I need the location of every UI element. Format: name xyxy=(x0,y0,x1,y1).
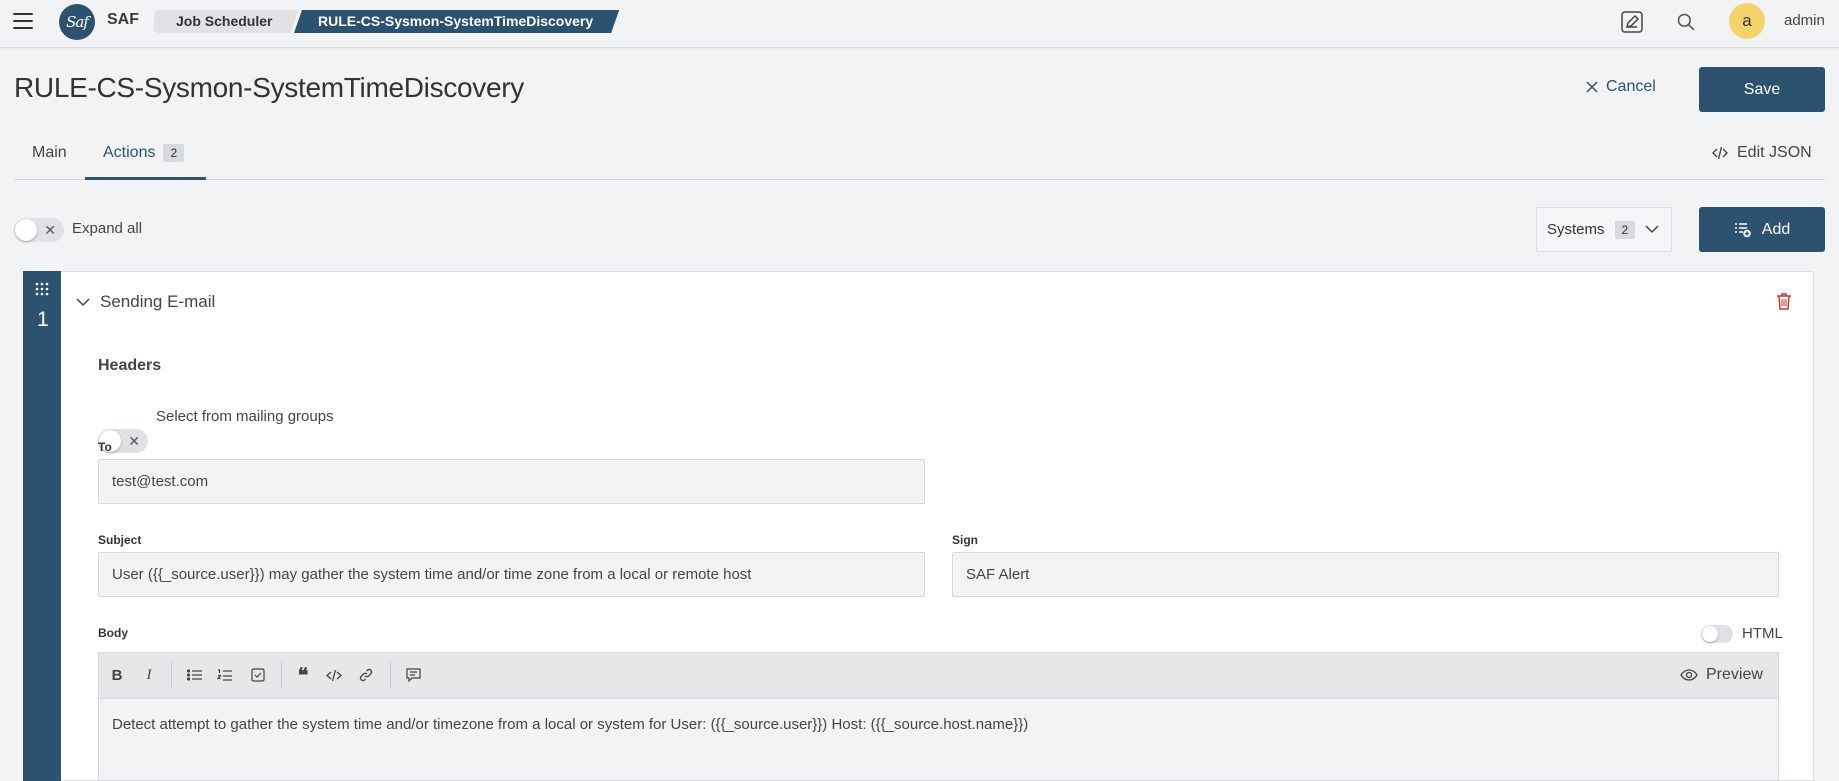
tab-actions-label: Actions xyxy=(103,144,156,161)
action-number: 1 xyxy=(37,308,49,331)
tab-actions[interactable]: Actions 2 xyxy=(103,144,185,162)
add-list-icon xyxy=(1734,222,1751,237)
preview-button[interactable]: Preview xyxy=(1680,666,1763,684)
to-field[interactable]: test@test.com xyxy=(98,459,925,504)
drag-handle-icon[interactable] xyxy=(35,282,49,296)
edit-json-button[interactable]: Edit JSON xyxy=(1712,144,1812,162)
preview-label: Preview xyxy=(1706,666,1763,683)
toggle-knob xyxy=(15,219,37,241)
expand-all-label: Expand all xyxy=(72,220,143,237)
headers-section-title: Headers xyxy=(98,357,162,374)
link-icon[interactable] xyxy=(355,664,377,686)
toolbar-divider xyxy=(390,662,391,688)
toggle-knob xyxy=(1702,626,1718,642)
code-icon[interactable] xyxy=(323,664,345,686)
code-icon xyxy=(1712,146,1728,160)
subject-label: Subject xyxy=(98,533,142,547)
close-icon xyxy=(1586,81,1598,93)
checklist-icon[interactable] xyxy=(247,664,269,686)
action-title: Sending E-mail xyxy=(100,292,216,311)
bullet-list-icon[interactable] xyxy=(184,664,206,686)
html-label: HTML xyxy=(1742,625,1783,642)
systems-dropdown[interactable]: Systems 2 xyxy=(1536,207,1672,252)
mailing-groups-label: Select from mailing groups xyxy=(156,408,334,425)
chevron-down-icon xyxy=(76,297,90,306)
toggle-off-icon: ✕ xyxy=(128,433,140,449)
active-tab-indicator xyxy=(85,177,206,180)
editor-toolbar xyxy=(98,652,1779,699)
save-button[interactable]: Save xyxy=(1699,67,1825,112)
app-logo[interactable]: Saf xyxy=(59,4,95,40)
bold-icon[interactable]: B xyxy=(106,664,128,686)
italic-icon[interactable]: I xyxy=(138,664,160,686)
breadcrumb-job-scheduler[interactable]: Job Scheduler xyxy=(154,10,298,33)
breadcrumb-current-rule[interactable]: RULE-CS-Sysmon-SystemTimeDiscovery xyxy=(294,10,619,33)
cancel-label: Cancel xyxy=(1606,78,1656,95)
app-name: SAF xyxy=(107,11,139,28)
tab-actions-count-badge: 2 xyxy=(163,144,185,162)
avatar[interactable]: a xyxy=(1729,3,1765,39)
toolbar-divider xyxy=(171,662,172,688)
tab-main[interactable]: Main xyxy=(32,144,67,162)
html-toggle[interactable] xyxy=(1701,625,1733,643)
logo-text: Saf xyxy=(66,13,89,31)
expand-all-toggle[interactable]: ✕ xyxy=(14,218,64,242)
to-label: To xyxy=(98,440,112,454)
search-icon[interactable] xyxy=(1673,9,1699,35)
tabs-divider xyxy=(14,179,1825,180)
eye-icon xyxy=(1680,669,1698,681)
delete-action-icon[interactable] xyxy=(1776,292,1792,315)
cancel-button[interactable]: Cancel xyxy=(1586,78,1656,96)
systems-count-badge: 2 xyxy=(1614,220,1636,239)
body-editor[interactable]: Detect attempt to gather the system time… xyxy=(98,698,1779,781)
add-action-button[interactable]: Add xyxy=(1699,207,1825,252)
chevron-down-icon xyxy=(1645,225,1659,234)
edit-note-icon[interactable] xyxy=(1619,9,1645,35)
action-header-toggle[interactable]: Sending E-mail xyxy=(76,292,215,312)
sign-label: Sign xyxy=(952,533,978,547)
comment-icon[interactable] xyxy=(402,664,424,686)
page-title: RULE-CS-Sysmon-SystemTimeDiscovery xyxy=(14,72,524,103)
systems-label: Systems xyxy=(1547,221,1605,238)
add-label: Add xyxy=(1761,220,1791,238)
body-label: Body xyxy=(98,626,128,640)
menu-icon[interactable] xyxy=(13,13,33,29)
numbered-list-icon[interactable] xyxy=(214,664,236,686)
sign-field[interactable]: SAF Alert xyxy=(952,552,1779,597)
toggle-off-icon: ✕ xyxy=(44,222,56,238)
subject-field[interactable]: User ({{_source.user}}) may gather the s… xyxy=(98,552,925,597)
edit-json-label: Edit JSON xyxy=(1737,144,1812,161)
quote-icon[interactable]: ❝ xyxy=(292,663,314,687)
action-card-sidebar xyxy=(23,271,61,781)
tab-main-label: Main xyxy=(32,144,67,161)
username[interactable]: admin xyxy=(1784,12,1825,29)
toolbar-divider xyxy=(281,662,282,688)
